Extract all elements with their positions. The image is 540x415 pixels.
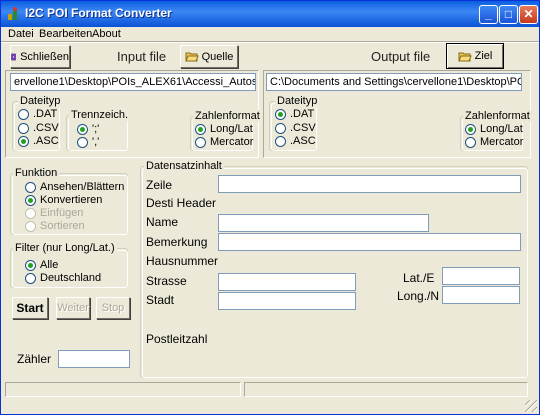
input-filetype-csv[interactable]: .CSV xyxy=(18,122,59,134)
long-label: Long./N xyxy=(397,289,440,303)
menu-about[interactable]: About xyxy=(92,28,121,40)
lat-label: Lat./E xyxy=(403,271,435,285)
output-numformat-mercator[interactable]: Mercator xyxy=(465,136,523,148)
input-numformat-longlat[interactable]: Long/Lat xyxy=(195,123,253,135)
output-numformat-longlat[interactable]: Long/Lat xyxy=(465,123,523,135)
filter-alle[interactable]: Alle xyxy=(25,259,58,271)
funktion-sortieren[interactable]: Sortieren xyxy=(25,220,85,232)
close-window-button[interactable]: ✕ xyxy=(519,5,538,24)
resize-grip[interactable] xyxy=(525,400,537,412)
start-button-label: Start xyxy=(16,301,44,315)
stop-button[interactable]: Stop xyxy=(96,297,130,319)
lat-field[interactable] xyxy=(442,267,520,285)
window-title: I2C POI Format Converter xyxy=(25,6,172,20)
title-bar[interactable]: I2C POI Format Converter _ □ ✕ xyxy=(1,1,539,27)
counter-label: Zähler xyxy=(17,352,52,366)
next-button[interactable]: Weiter xyxy=(56,297,90,319)
bemerkung-label: Bemerkung xyxy=(146,235,208,249)
radio-selected-icon xyxy=(18,135,29,147)
radio-selected-icon xyxy=(465,123,476,135)
radio-icon xyxy=(77,136,88,148)
radio-selected-icon xyxy=(195,123,206,135)
long-field[interactable] xyxy=(442,286,520,304)
strasse-field[interactable] xyxy=(218,273,356,291)
output-filetype-title: Dateityp xyxy=(275,95,320,107)
stadt-field[interactable] xyxy=(218,292,356,310)
bemerkung-field[interactable] xyxy=(218,233,521,251)
app-icon xyxy=(8,7,17,20)
close-button[interactable]: Schließen xyxy=(10,45,70,68)
strasse-label: Strasse xyxy=(146,274,187,288)
name-field[interactable] xyxy=(218,214,429,232)
output-numformat-title: Zahlenformat xyxy=(463,110,532,122)
radio-selected-icon xyxy=(275,108,286,120)
folder-open-icon xyxy=(184,52,199,62)
input-file-label: Input file xyxy=(117,49,167,64)
output-path-field[interactable]: C:\Documents and Settings\cervellone1\De… xyxy=(266,73,522,91)
radio-icon xyxy=(25,220,36,232)
input-filetype-title: Dateityp xyxy=(18,95,63,107)
maximize-button[interactable]: □ xyxy=(499,5,518,24)
zeile-label: Zeile xyxy=(146,178,173,192)
radio-icon xyxy=(465,136,476,148)
status-pane-left xyxy=(5,382,241,397)
hausnummer-label: Hausnummer xyxy=(146,254,219,268)
input-separator-title: Trennzeich. xyxy=(69,109,131,121)
radio-icon xyxy=(275,122,286,134)
input-filetype-asc[interactable]: .ASC xyxy=(18,135,59,147)
close-button-label: Schließen xyxy=(20,50,69,63)
filter-title: Filter (nur Long/Lat.) xyxy=(13,242,117,254)
radio-selected-icon xyxy=(25,259,36,271)
funktion-ansehen[interactable]: Ansehen/Blättern xyxy=(25,181,124,193)
radio-icon xyxy=(25,207,36,219)
record-title: Datensatzinhalt xyxy=(144,160,224,172)
start-button[interactable]: Start xyxy=(12,297,48,319)
header-label: Desti Header xyxy=(146,196,217,210)
door-icon xyxy=(11,53,16,60)
radio-selected-icon xyxy=(77,123,88,135)
menu-bearbeiten[interactable]: Bearbeiten xyxy=(39,28,92,40)
app-window: I2C POI Format Converter _ □ ✕ Datei Bea… xyxy=(0,0,540,415)
stop-button-label: Stop xyxy=(101,302,125,314)
output-filetype-csv[interactable]: .CSV xyxy=(275,122,316,134)
next-button-label: Weiter xyxy=(57,302,89,314)
counter-field[interactable] xyxy=(58,350,130,368)
radio-icon xyxy=(25,272,36,284)
name-label: Name xyxy=(146,215,179,229)
radio-icon xyxy=(18,108,29,120)
source-button[interactable]: Quelle xyxy=(180,45,238,68)
input-path-field[interactable]: ervellone1\Desktop\POIs_ALEX61\Accessi_A… xyxy=(10,73,256,91)
output-filetype-dat[interactable]: .DAT xyxy=(275,108,314,120)
zeile-field[interactable] xyxy=(218,175,521,193)
input-numformat-title: Zahlenformat xyxy=(193,110,262,122)
stadt-label: Stadt xyxy=(146,293,175,307)
menu-datei[interactable]: Datei xyxy=(8,28,34,40)
radio-icon xyxy=(25,181,36,193)
target-button[interactable]: Ziel xyxy=(446,43,504,69)
funktion-konvertieren[interactable]: Konvertieren xyxy=(25,194,102,206)
input-separator-semicolon[interactable]: ';' xyxy=(77,123,99,135)
radio-icon xyxy=(18,122,29,134)
input-numformat-mercator[interactable]: Mercator xyxy=(195,136,253,148)
output-file-label: Output file xyxy=(371,49,431,64)
input-separator-comma[interactable]: ',' xyxy=(77,136,99,148)
input-filetype-dat[interactable]: .DAT xyxy=(18,108,57,120)
radio-icon xyxy=(275,135,286,147)
target-button-label: Ziel xyxy=(474,50,493,62)
folder-open-icon xyxy=(457,52,472,61)
filter-deutschland[interactable]: Deutschland xyxy=(25,272,101,284)
radio-icon xyxy=(195,136,206,148)
status-pane-right xyxy=(244,382,528,397)
funktion-title: Funktion xyxy=(13,167,60,179)
minimize-button[interactable]: _ xyxy=(479,5,498,24)
radio-selected-icon xyxy=(25,194,36,206)
menu-bar: Datei Bearbeiten About xyxy=(1,27,539,41)
output-filetype-asc[interactable]: .ASC xyxy=(275,135,316,147)
source-button-label: Quelle xyxy=(201,50,234,63)
postleitzahl-label: Postleitzahl xyxy=(146,332,208,346)
funktion-einfuegen[interactable]: Einfügen xyxy=(25,207,83,219)
